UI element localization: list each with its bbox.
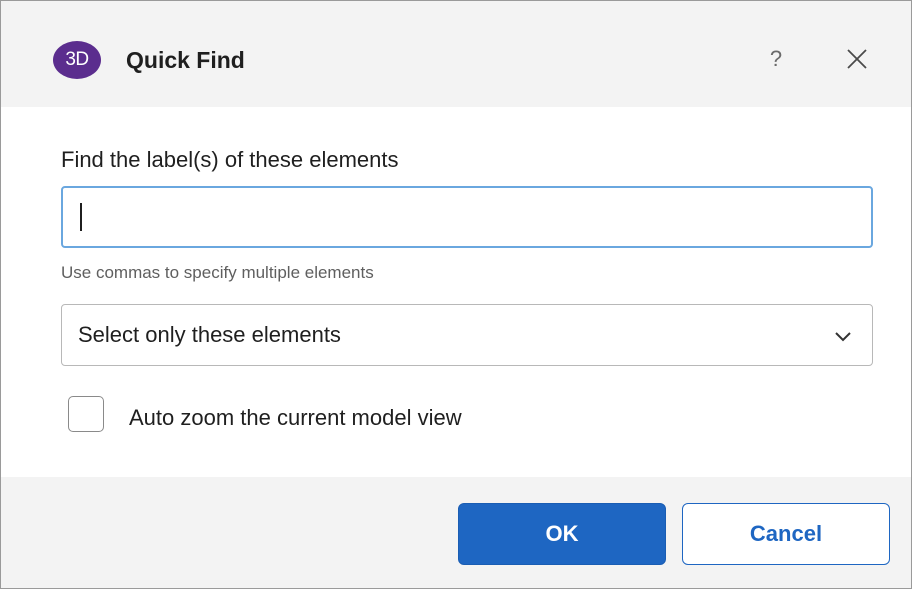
title-bar: 3D Quick Find ? xyxy=(1,1,911,107)
close-icon xyxy=(847,49,867,69)
selection-mode-value: Select only these elements xyxy=(78,322,341,347)
app-logo-icon: 3D xyxy=(53,41,101,79)
find-input-box[interactable] xyxy=(61,186,873,248)
cancel-button[interactable]: Cancel xyxy=(682,503,890,565)
close-button[interactable] xyxy=(841,43,873,75)
ok-button[interactable]: OK xyxy=(458,503,666,565)
question-mark-icon: ? xyxy=(769,46,783,71)
find-label: Find the label(s) of these elements xyxy=(61,147,399,172)
auto-zoom-checkbox[interactable] xyxy=(68,396,104,432)
find-input[interactable] xyxy=(73,194,857,242)
dialog-title: Quick Find xyxy=(126,47,245,73)
help-button[interactable]: ? xyxy=(761,41,791,77)
selection-mode-select[interactable]: Select only these elements xyxy=(61,304,873,366)
chevron-down-icon xyxy=(835,332,851,342)
quick-find-dialog: 3D Quick Find ? Find the label(s) of the… xyxy=(0,0,912,589)
auto-zoom-label[interactable]: Auto zoom the current model view xyxy=(129,403,462,433)
find-hint: Use commas to specify multiple elements xyxy=(61,263,374,282)
text-caret xyxy=(80,203,82,231)
